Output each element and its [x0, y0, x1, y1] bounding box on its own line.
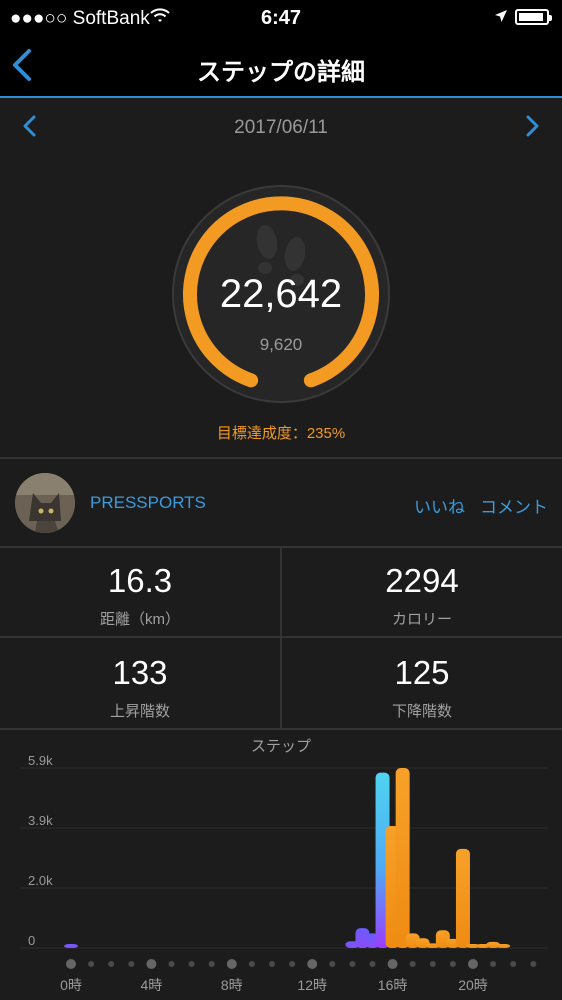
x-axis-tick [409, 961, 416, 967]
distance-label: 距離（km） [100, 611, 180, 628]
next-day-chevron-icon[interactable] [522, 114, 542, 138]
date-label: 2017/06/11 [234, 117, 328, 138]
distance-value: 16.3 [107, 562, 173, 599]
x-axis-tick [530, 961, 537, 967]
y-tick-label: 3.9k [28, 813, 53, 828]
x-axis-tick [66, 959, 76, 969]
steps-bar-chart: 0 2.0k 3.9k 5.9k 0時 4時 8時 12時 16時 20時 [20, 755, 548, 993]
x-axis-tick [248, 961, 255, 967]
x-tick-label: 20時 [458, 977, 488, 993]
step-goal-value: 9,620 [259, 335, 303, 354]
x-axis-tick [468, 959, 478, 969]
y-tick-label: 5.9k [28, 755, 53, 768]
avatar[interactable] [15, 473, 75, 533]
clock: 6:47 [260, 7, 302, 29]
calories-label: カロリー [391, 611, 452, 628]
location-arrow-icon [495, 10, 507, 22]
x-axis-tick [449, 961, 456, 967]
x-axis-tick [429, 961, 436, 967]
floors-down-label: 下降階数 [391, 703, 452, 720]
y-tick-label: 2.0k [28, 873, 53, 888]
username-link[interactable]: PRESSPORTS [90, 493, 206, 513]
total-steps-value: 22,642 [219, 272, 343, 316]
floors-up-value: 133 [112, 654, 168, 691]
x-axis-tick [146, 959, 157, 969]
calories-value: 2294 [385, 562, 459, 599]
x-axis-tick [289, 961, 296, 967]
x-axis-tick [490, 961, 497, 967]
x-axis-tick [188, 961, 195, 967]
comment-button[interactable]: コメント [480, 493, 548, 518]
x-axis-tick [128, 961, 135, 967]
page-title: ステップの詳細 [197, 59, 365, 86]
like-button[interactable]: いいね [414, 493, 465, 518]
x-tick-label: 16時 [378, 977, 408, 993]
x-axis-tick [88, 961, 95, 967]
x-axis-tick [307, 959, 318, 969]
x-axis-tick [269, 961, 275, 967]
floors-down-value: 125 [394, 654, 450, 691]
chart-bar [64, 944, 78, 948]
x-axis-tick [329, 961, 336, 967]
chart-bar [496, 944, 511, 948]
chart-bar [455, 848, 470, 948]
x-tick-label: 8時 [221, 977, 243, 993]
x-tick-label: 0時 [60, 977, 82, 993]
x-tick-label: 4時 [141, 977, 163, 993]
x-axis-tick [349, 961, 356, 967]
goal-achievement-label: 目標達成度：235% [216, 425, 346, 442]
x-axis-tick [387, 959, 398, 969]
divider [280, 548, 282, 728]
status-bar: ●●●○○ SoftBank 6:47 [0, 0, 562, 36]
divider [0, 457, 562, 459]
cat-avatar-icon [15, 473, 75, 533]
floors-up-label: 上昇階数 [109, 703, 170, 720]
x-axis-tick [208, 961, 215, 967]
nav-bar: ステップの詳細 [0, 36, 562, 98]
y-tick-label: 0 [28, 933, 35, 948]
divider [0, 728, 562, 730]
x-axis-tick [226, 959, 237, 969]
x-axis-tick [168, 961, 175, 967]
chart-bar [395, 768, 410, 948]
x-tick-label: 12時 [297, 977, 327, 993]
x-axis-tick [108, 961, 115, 967]
chart-title: ステップ [250, 738, 311, 755]
battery-icon [515, 9, 552, 25]
x-axis-tick [369, 961, 376, 967]
x-axis-tick [510, 961, 517, 967]
